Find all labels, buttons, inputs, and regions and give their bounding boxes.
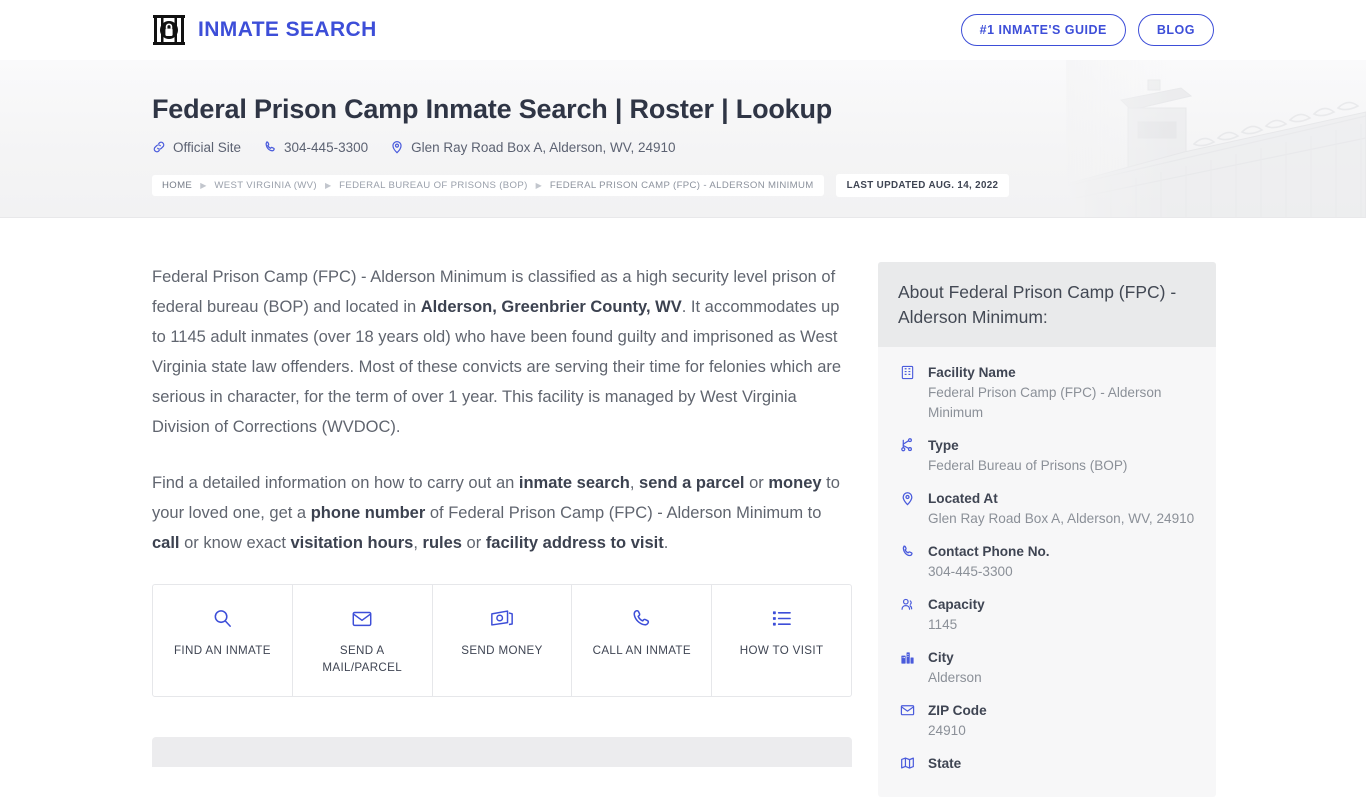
envelope-icon	[351, 607, 373, 629]
tile-send-money[interactable]: SEND MONEY	[433, 585, 573, 696]
fact-label: ZIP Code	[928, 703, 987, 718]
city-icon	[898, 648, 916, 688]
fact-city: City Alderson	[898, 648, 1196, 688]
tile-call-an-inmate[interactable]: CALL AN INMATE	[572, 585, 713, 696]
tile-label: FIND AN INMATE	[174, 644, 271, 657]
page-content: Federal Prison Camp (FPC) - Alderson Min…	[0, 218, 1366, 797]
fact-value: 304-445-3300	[928, 564, 1013, 579]
brand-logo-link[interactable]: INMATE SEARCH	[152, 14, 377, 46]
blog-button[interactable]: BLOG	[1137, 14, 1214, 46]
about-facility-title: About Federal Prison Camp (FPC) - Alders…	[898, 282, 1177, 327]
jail-window-lock-icon	[152, 14, 186, 46]
map-pin-icon	[390, 140, 404, 154]
tile-label: SEND MONEY	[461, 644, 543, 657]
fact-zip-code: ZIP Code 24910	[898, 701, 1196, 741]
hero-phone-label: 304-445-3300	[284, 139, 369, 155]
list-check-icon	[771, 607, 792, 629]
services-paragraph: Find a detailed information on how to ca…	[152, 474, 840, 552]
sidebar-column: About Federal Prison Camp (FPC) - Alders…	[878, 262, 1216, 797]
breadcrumb-list: HOME ▶ WEST VIRGINIA (WV) ▶ FEDERAL BURE…	[152, 174, 824, 196]
fact-located-at: Located At Glen Ray Road Box A, Alderson…	[898, 489, 1196, 529]
hero-address-label: Glen Ray Road Box A, Alderson, WV, 24910	[411, 139, 676, 155]
nav-actions: #1 INMATE'S GUIDE BLOG	[960, 14, 1214, 46]
tile-label: HOW TO VISIT	[739, 644, 824, 657]
fact-value: 1145	[928, 617, 958, 632]
hero-section: Federal Prison Camp Inmate Search | Rost…	[0, 60, 1366, 218]
phone-icon	[898, 542, 916, 582]
tile-label: SEND A MAIL/PARCEL	[322, 644, 403, 674]
about-facility-card-body: Facility Name Federal Prison Camp (FPC) …	[878, 347, 1216, 797]
fact-label: Facility Name	[928, 365, 1016, 380]
fact-capacity: Capacity 1145	[898, 595, 1196, 635]
money-bill-icon	[490, 607, 514, 629]
next-section-placeholder	[152, 737, 852, 767]
tile-label: CALL AN INMATE	[592, 644, 691, 657]
quick-action-tiles: FIND AN INMATE SEND A MAIL/PARCEL SEND M…	[152, 584, 852, 697]
tile-send-a-mail-parcel[interactable]: SEND A MAIL/PARCEL	[293, 585, 433, 696]
chevron-right-icon: ▶	[535, 180, 542, 190]
fact-value: Alderson	[928, 670, 982, 685]
fact-label: City	[928, 650, 954, 665]
about-facility-card: About Federal Prison Camp (FPC) - Alders…	[878, 262, 1216, 797]
phone-icon	[263, 140, 277, 154]
fact-label: State	[928, 756, 962, 771]
page-title: Federal Prison Camp Inmate Search | Rost…	[152, 94, 833, 124]
intro-paragraph: Federal Prison Camp (FPC) - Alderson Min…	[152, 268, 842, 436]
sitemap-icon	[898, 436, 916, 476]
fact-value: Glen Ray Road Box A, Alderson, WV, 24910	[928, 511, 1195, 526]
phone-icon	[631, 607, 652, 629]
fact-label: Located At	[928, 491, 998, 506]
fact-label: Contact Phone No.	[928, 544, 1050, 559]
link-icon	[152, 140, 166, 154]
map-icon	[898, 754, 916, 774]
fact-label: Type	[928, 438, 959, 453]
fact-value: Federal Bureau of Prisons (BOP)	[928, 458, 1128, 473]
fact-facility-name: Facility Name Federal Prison Camp (FPC) …	[898, 363, 1196, 423]
fact-value: 24910	[928, 723, 966, 738]
hero-meta-row: Official Site 304-445-3300 Glen Ray Road…	[152, 140, 1214, 155]
chevron-right-icon: ▶	[324, 180, 332, 190]
tile-find-an-inmate[interactable]: FIND AN INMATE	[153, 585, 293, 696]
breadcrumb-item-bop[interactable]: FEDERAL BUREAU OF PRISONS (BOP)	[339, 180, 528, 191]
map-pin-icon	[898, 489, 916, 529]
breadcrumb-item-home[interactable]: HOME	[162, 180, 192, 191]
official-site-link[interactable]: Official Site	[152, 140, 241, 155]
breadcrumb-item-current: FEDERAL PRISON CAMP (FPC) - ALDERSON MIN…	[549, 179, 814, 191]
fact-contact-phone: Contact Phone No. 304-445-3300	[898, 542, 1196, 582]
hero-address[interactable]: Glen Ray Road Box A, Alderson, WV, 24910	[390, 139, 676, 155]
fact-label: Capacity	[928, 597, 985, 612]
top-navigation-bar: INMATE SEARCH #1 INMATE'S GUIDE BLOG	[0, 0, 1366, 60]
brand-name: INMATE SEARCH	[198, 18, 377, 41]
main-column: Federal Prison Camp (FPC) - Alderson Min…	[152, 262, 852, 767]
about-facility-card-header: About Federal Prison Camp (FPC) - Alders…	[878, 262, 1216, 347]
official-site-label: Official Site	[173, 139, 242, 155]
envelope-icon	[898, 701, 916, 741]
fact-type: Type Federal Bureau of Prisons (BOP)	[898, 436, 1196, 476]
users-icon	[898, 595, 916, 635]
last-updated-badge: LAST UPDATED AUG. 14, 2022	[835, 173, 1010, 197]
hero-phone-link[interactable]: 304-445-3300	[263, 140, 368, 155]
fact-state: State	[898, 754, 1196, 774]
fact-value: Federal Prison Camp (FPC) - Alderson Min…	[928, 385, 1162, 420]
building-grid-icon	[898, 363, 916, 423]
chevron-right-icon: ▶	[200, 180, 207, 190]
tile-how-to-visit[interactable]: HOW TO VISIT	[712, 585, 851, 696]
breadcrumb-item-state[interactable]: WEST VIRGINIA (WV)	[214, 180, 317, 191]
search-icon	[212, 607, 233, 629]
inmates-guide-button[interactable]: #1 INMATE'S GUIDE	[960, 14, 1126, 46]
breadcrumb: HOME ▶ WEST VIRGINIA (WV) ▶ FEDERAL BURE…	[152, 173, 1214, 197]
